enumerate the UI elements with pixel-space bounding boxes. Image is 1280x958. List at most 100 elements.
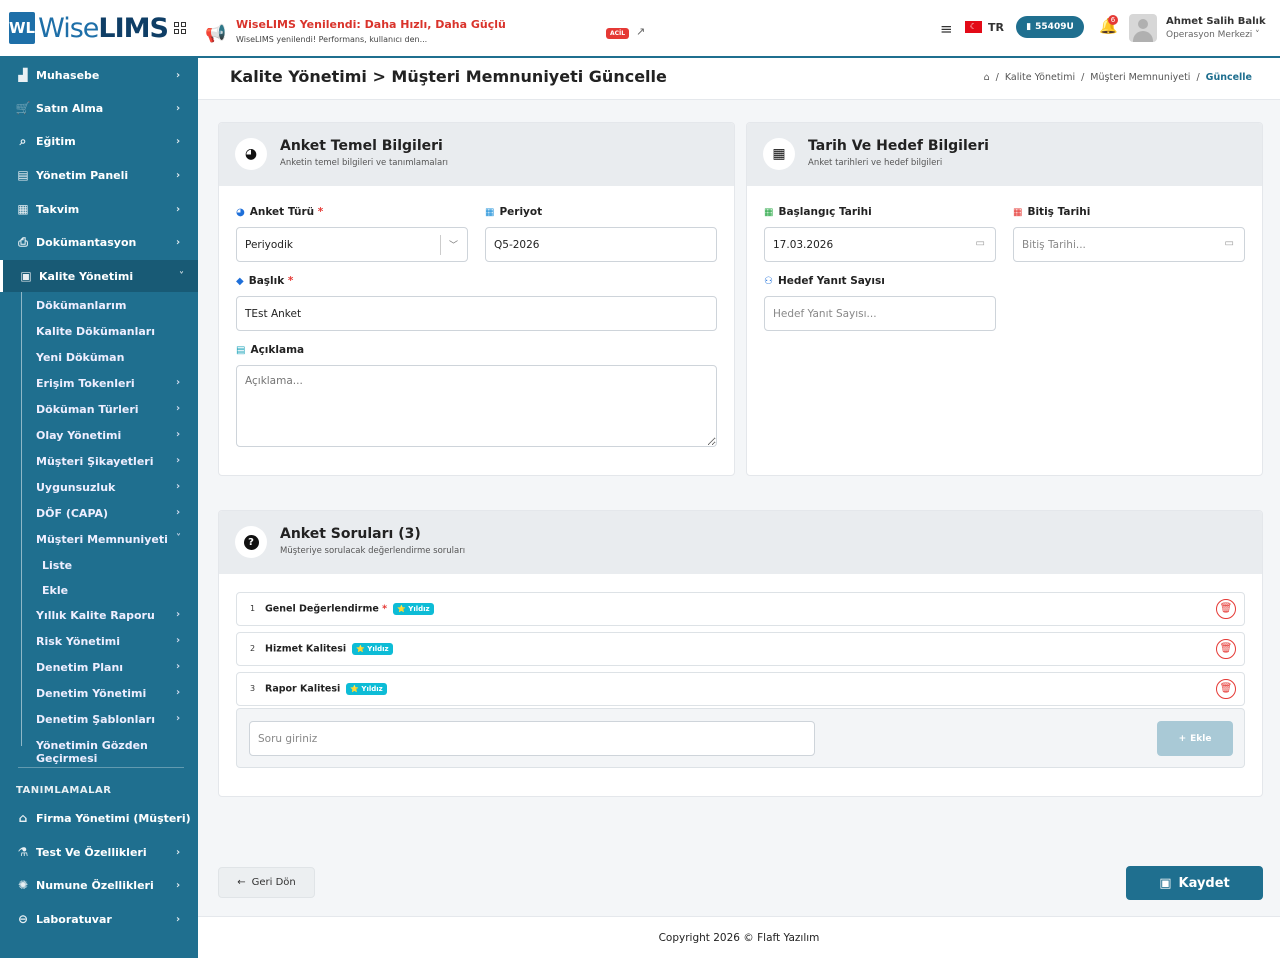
breadcrumb-musteri-memnuniyeti[interactable]: Müşteri Memnuniyeti <box>1090 72 1190 83</box>
title-input[interactable]: TEst Anket <box>236 296 717 331</box>
calendar-icon: ▦ <box>763 138 795 170</box>
survey-questions-card: ? Anket Soruları (3) Müşteriye sorulacak… <box>218 510 1263 797</box>
survey-basic-info-card: ◕ Anket Temel Bilgileri Anketin temel bi… <box>218 122 735 476</box>
sidebar-subitem-dokuman-turleri[interactable]: Döküman Türleri › <box>0 399 198 421</box>
save-button[interactable]: ▣ Kaydet <box>1126 866 1263 900</box>
chevron-right-icon: › <box>176 635 181 646</box>
end-date-label: ▦ Bitiş Tarihi <box>1013 206 1090 218</box>
menu-toggle-icon[interactable]: ≡ <box>940 20 953 38</box>
sidebar-subitem-yillik-kalite-raporu[interactable]: Yıllık Kalite Raporu › <box>0 605 198 627</box>
back-button[interactable]: ← Geri Dön <box>218 867 315 898</box>
announcement-banner[interactable]: 📢 WiseLIMS Yenilendi: Daha Hızlı, Daha G… <box>205 16 645 48</box>
chevron-right-icon: › <box>176 69 181 81</box>
sidebar-subitem-label: Erişim Tokenleri <box>36 377 135 390</box>
top-bar: WL Wise LIMS 📢 WiseLIMS Yenilendi: Daha H… <box>0 0 1280 58</box>
notification-count: 6 <box>1108 15 1118 25</box>
select-value: Periyodik <box>245 238 293 251</box>
question-input[interactable]: Soru giriniz <box>249 721 815 756</box>
sidebar-subitem-risk-yonetimi[interactable]: Risk Yönetimi › <box>0 631 198 653</box>
button-label: Ekle <box>1190 733 1212 744</box>
sidebar-item-kalite-yonetimi[interactable]: ▣ Kalite Yönetimi ˅ <box>0 260 198 292</box>
required-mark: * <box>317 206 324 218</box>
flask-icon: ⚗ <box>17 845 29 859</box>
sidebar-subitem-yonetimin-gozden-gecirmesi[interactable]: Yönetimin Gözden Geçirmesi <box>0 735 198 765</box>
announcement-text: WiseLIMS yenilendi! Performans, kullanıc… <box>236 35 428 44</box>
sidebar-subitem-label: Döküman Türleri <box>36 403 139 416</box>
survey-type-select[interactable]: Periyodik ﹀ <box>236 227 468 262</box>
start-date-input[interactable]: 17.03.2026 ▭ <box>764 227 996 262</box>
chevron-right-icon: › <box>176 236 181 248</box>
device-icon: ▮ <box>1026 22 1032 32</box>
sidebar-item-muhasebe[interactable]: ▟ Muhasebe › <box>0 60 198 90</box>
sidebar-subitem-ekle[interactable]: Ekle <box>0 580 198 602</box>
sidebar-subitem-label: Dökümanlarım <box>36 299 127 312</box>
language-selector[interactable]: TR <box>988 21 1004 34</box>
sidebar-subitem-label: Denetim Planı <box>36 661 124 674</box>
trash-icon[interactable]: 🗑 <box>1216 599 1236 619</box>
avatar[interactable] <box>1129 14 1157 42</box>
sidebar-item-egitim[interactable]: ⌕ Eğitim › <box>0 126 198 156</box>
chevron-right-icon: › <box>176 507 181 518</box>
end-date-input[interactable]: Bitiş Tarihi... ▭ <box>1013 227 1245 262</box>
sidebar-item-label: Test Ve Özellikleri <box>36 845 147 859</box>
chevron-right-icon: › <box>176 812 181 824</box>
home-icon[interactable]: ⌂ <box>984 72 990 83</box>
turkey-flag-icon[interactable]: ☾ <box>965 21 982 33</box>
announcement-title: WiseLIMS Yenilendi: Daha Hızlı, Daha Güç… <box>236 18 506 31</box>
logo-mark: WL <box>9 12 36 44</box>
sidebar-subitem-denetim-sablonlari[interactable]: Denetim Şablonları › <box>0 709 198 731</box>
pie-chart-icon: ◕ <box>236 207 245 218</box>
card-subtitle: Anketin temel bilgileri ve tanımlamaları <box>280 158 449 168</box>
period-input[interactable]: Q5-2026 <box>485 227 717 262</box>
question-row[interactable]: 3 Rapor Kalitesi ⭐ Yıldız 🗑 <box>236 672 1245 706</box>
add-question-box: Soru giriniz + Ekle <box>236 708 1245 768</box>
sidebar-item-numune-ozellikleri[interactable]: ✺ Numune Özellikleri › <box>0 870 198 900</box>
sidebar-subitem-erisim-tokenleri[interactable]: Erişim Tokenleri › <box>0 373 198 395</box>
sidebar-subitem-denetim-yonetimi[interactable]: Denetim Yönetimi › <box>0 683 198 705</box>
question-row[interactable]: 2 Hizmet Kalitesi ⭐ Yıldız 🗑 <box>236 632 1245 666</box>
sidebar-subitem-dokumanlarim[interactable]: Dökümanlarım <box>0 295 198 317</box>
sidebar-subitem-denetim-plani[interactable]: Denetim Planı › <box>0 657 198 679</box>
sidebar-subitem-musteri-sikayetleri[interactable]: Müşteri Şikayetleri › <box>0 451 198 473</box>
sidebar-subitem-kalite-dokumanlari[interactable]: Kalite Dökümanları <box>0 321 198 343</box>
sidebar-item-laboratuvar[interactable]: ⊖ Laboratuvar › <box>0 904 198 934</box>
target-responses-input[interactable]: Hedef Yanıt Sayısı... <box>764 296 996 331</box>
sidebar-subitem-olay-yonetimi[interactable]: Olay Yönetimi › <box>0 425 198 447</box>
sidebar-item-takvim[interactable]: ▦ Takvim › <box>0 194 198 224</box>
sidebar-subitem-dof-capa[interactable]: DÖF (CAPA) › <box>0 503 198 525</box>
sidebar-item-firma-yonetimi[interactable]: ⌂ Firma Yönetimi (Müşteri) › <box>0 803 198 833</box>
external-link-icon[interactable]: ↗ <box>636 25 645 38</box>
label-text: Açıklama <box>250 344 305 356</box>
sidebar-subitem-yeni-dokuman[interactable]: Yeni Döküman <box>0 347 198 369</box>
chevron-right-icon: › <box>176 713 181 724</box>
id-badge[interactable]: ▮ 55409U <box>1016 16 1084 38</box>
sidebar-subitem-musteri-memnuniyeti[interactable]: Müşteri Memnuniyeti ˅ <box>0 529 198 551</box>
sidebar-subitem-uygunsuzluk[interactable]: Uygunsuzluk › <box>0 477 198 499</box>
calendar-icon[interactable]: ▭ <box>976 238 985 249</box>
sidebar-item-test-ve-ozellikleri[interactable]: ⚗ Test Ve Özellikleri › <box>0 837 198 867</box>
add-question-button[interactable]: + Ekle <box>1157 721 1233 756</box>
wiselims-logo[interactable]: WL Wise LIMS <box>9 10 186 46</box>
label-text: Hedef Yanıt Sayısı <box>777 275 885 287</box>
sidebar-item-satin-alma[interactable]: 🛒 Satın Alma › <box>0 93 198 123</box>
trash-icon[interactable]: 🗑 <box>1216 639 1236 659</box>
description-textarea[interactable] <box>236 365 717 447</box>
sidebar-subitem-label: Yönetimin Gözden Geçirmesi <box>36 739 148 765</box>
select-separator <box>440 235 441 255</box>
question-label: Rapor Kalitesi <box>265 683 341 695</box>
chevron-right-icon: › <box>176 661 181 672</box>
sidebar-subitem-liste[interactable]: Liste <box>0 555 198 577</box>
calendar-icon[interactable]: ▭ <box>1225 238 1234 249</box>
question-row[interactable]: 1 Genel Değerlendirme * ⭐ Yıldız 🗑 <box>236 592 1245 626</box>
urgent-badge: ACİL <box>606 28 630 39</box>
sidebar-item-label: Laboratuvar <box>36 912 112 926</box>
breadcrumb-kalite-yonetimi[interactable]: Kalite Yönetimi <box>1005 72 1075 83</box>
sidebar-item-yonetim-paneli[interactable]: ▤ Yönetim Paneli › <box>0 160 198 190</box>
sidebar-item-dokumantasyon[interactable]: ⎙ Dokümantasyon › <box>0 227 198 257</box>
trash-icon[interactable]: 🗑 <box>1216 679 1236 699</box>
user-name[interactable]: Ahmet Salih Balık <box>1166 16 1266 27</box>
apps-grid-icon[interactable] <box>173 22 186 34</box>
button-label: Geri Dön <box>251 877 296 888</box>
chevron-down-icon: ˅ <box>179 270 184 282</box>
user-role[interactable]: Operasyon Merkezi ˅ <box>1166 30 1260 40</box>
